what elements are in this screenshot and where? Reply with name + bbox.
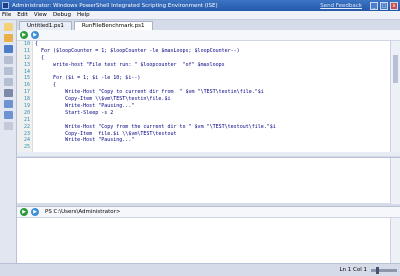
code-line[interactable] (35, 117, 390, 124)
command-run-bar: ▶ ▶ PS C:\Users\Administrator> (17, 206, 400, 218)
line-number: 10 (23, 41, 30, 47)
line-number: 15 (23, 75, 30, 82)
code-line[interactable]: For ($i = 1; $i -le 10; $i--) (35, 75, 390, 82)
line-number: 17 (23, 89, 30, 96)
code-line[interactable]: Copy-Item file.$i \\$vm\TEST\testout (35, 131, 390, 138)
code-line[interactable]: For ($loopCounter = 1; $loopCounter -le … (35, 48, 390, 55)
menu-view[interactable]: View (34, 12, 47, 18)
code-line[interactable] (35, 144, 390, 151)
code-line[interactable]: { (35, 82, 390, 89)
code-line[interactable]: Copy-Item \\$vm\TEST\testin\file.$i (35, 96, 390, 103)
editor-scroll-thumb[interactable] (393, 55, 398, 83)
menu-edit[interactable]: Edit (17, 12, 28, 18)
output-pane[interactable] (17, 157, 400, 204)
undo-icon[interactable] (4, 100, 13, 108)
code-line[interactable]: { (35, 55, 390, 62)
title-bar: Administrator: Windows PowerShell Integr… (0, 0, 400, 11)
command-prompt: PS C:\Users\Administrator> (45, 209, 121, 215)
save-icon[interactable] (4, 45, 13, 53)
line-number: 24 (23, 137, 30, 144)
paste-icon[interactable] (4, 78, 13, 86)
code-line[interactable]: Write-Host "Pausing..." (35, 137, 390, 144)
code-line[interactable]: Start-Sleep -s 2 (35, 110, 390, 117)
redo-icon[interactable] (4, 111, 13, 119)
line-number-gutter: 10 11 12 13 14 15 16 17 18 19 20 21 22 23 24 25 (17, 41, 33, 152)
cut-icon[interactable] (4, 56, 13, 64)
run-selection-icon[interactable]: ▶ (31, 31, 39, 39)
editor-vertical-scrollbar[interactable] (390, 41, 400, 152)
pane-toggle-icon[interactable] (4, 122, 13, 130)
run-command-selection-icon[interactable]: ▶ (31, 208, 39, 216)
line-number: 16 (23, 82, 30, 89)
menu-file[interactable]: File (2, 12, 11, 18)
line-number: 19 (23, 103, 30, 110)
line-number: 22 (23, 123, 30, 130)
zoom-slider[interactable] (371, 266, 397, 274)
line-number: 21 (23, 116, 30, 123)
menu-debug[interactable]: Debug (53, 12, 71, 18)
code-line[interactable]: Write-Host "Copy to current dir from " $… (35, 89, 390, 96)
editor-run-bar: ▶ ▶ (17, 30, 400, 41)
line-number: 12 (23, 54, 30, 61)
close-button[interactable]: x (390, 1, 398, 10)
code-line[interactable]: Write-Host "Pausing..." (35, 103, 390, 110)
command-pane[interactable] (17, 218, 400, 263)
line-number: 20 (23, 109, 30, 116)
line-number: 25 (23, 144, 30, 151)
line-number: 23 (23, 130, 30, 137)
code-line[interactable]: write-host "File test run: " $loopcounte… (35, 62, 390, 69)
tab-runfilebenchmark[interactable]: RunFileBenchmark.ps1 (73, 21, 153, 30)
run-command-icon[interactable]: ▶ (20, 208, 28, 216)
menu-help[interactable]: Help (77, 12, 90, 18)
maximize-button[interactable]: □ (380, 1, 388, 10)
zoom-slider-knob[interactable] (375, 266, 379, 274)
powershell-icon (2, 2, 9, 9)
script-editor[interactable]: 10 11 12 13 14 15 16 17 18 19 20 21 22 23 24 25 { For (… (17, 41, 390, 152)
window-title: Administrator: Windows PowerShell Integr… (12, 2, 218, 9)
tab-untitled1[interactable]: Untitled1.ps1 (19, 21, 72, 30)
left-toolbar (0, 20, 17, 263)
output-vertical-scrollbar[interactable] (390, 158, 400, 204)
line-number: 18 (23, 96, 30, 103)
line-number: 11 (23, 47, 30, 54)
run-script-icon[interactable]: ▶ (20, 31, 28, 39)
status-bar: Ln 1 Col 1 (0, 263, 400, 276)
script-tabs: Untitled1.ps1 RunFileBenchmark.ps1 (17, 20, 400, 30)
open-file-icon[interactable] (4, 34, 13, 42)
copy-icon[interactable] (4, 67, 13, 75)
code-line[interactable] (35, 69, 390, 76)
editor-horizontal-scrollbar[interactable] (17, 152, 400, 156)
menu-bar: File Edit View Debug Help (0, 11, 400, 20)
line-number: 13 (23, 61, 30, 68)
code-line[interactable]: { (35, 41, 390, 48)
minimize-button[interactable]: _ (370, 1, 378, 10)
clear-icon[interactable] (4, 89, 13, 97)
cursor-position: Ln 1 Col 1 (339, 267, 367, 273)
send-feedback-link[interactable]: Send Feedback (320, 3, 362, 9)
code-area[interactable]: { For ($loopCounter = 1; $loopCounter -l… (35, 41, 390, 151)
command-vertical-scrollbar[interactable] (390, 218, 400, 263)
new-file-icon[interactable] (4, 23, 13, 31)
line-number: 14 (23, 68, 30, 75)
code-line[interactable]: Write-Host "Copy from the current dir to… (35, 124, 390, 131)
